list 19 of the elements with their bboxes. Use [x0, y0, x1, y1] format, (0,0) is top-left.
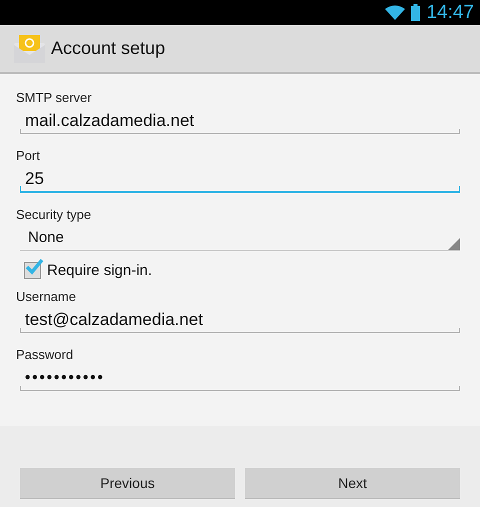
- input-field[interactable]: mail.calzadamedia.net: [20, 108, 460, 134]
- password-field[interactable]: •••••••••••: [20, 365, 460, 391]
- screen-title: Account setup: [51, 38, 166, 59]
- wifi-icon: [385, 4, 406, 20]
- input-field[interactable]: 25: [20, 166, 460, 193]
- field-label: Username: [16, 289, 77, 305]
- clock: 14:47: [426, 2, 474, 24]
- previous-button[interactable]: Previous: [20, 468, 235, 499]
- dropdown[interactable]: None: [20, 225, 460, 251]
- envelope-icon: [14, 34, 46, 62]
- field-label: Password: [16, 347, 74, 363]
- next-button[interactable]: Next: [245, 468, 460, 499]
- field-label: Security type: [16, 207, 92, 223]
- field-label: Port: [16, 148, 41, 164]
- input-field[interactable]: test@calzadamedia.net: [20, 307, 460, 333]
- field-label: SMTP server: [16, 90, 93, 106]
- battery-icon: [411, 4, 420, 21]
- checkbox[interactable]: [24, 262, 41, 278]
- checkbox-label: Require sign-in.: [47, 262, 152, 278]
